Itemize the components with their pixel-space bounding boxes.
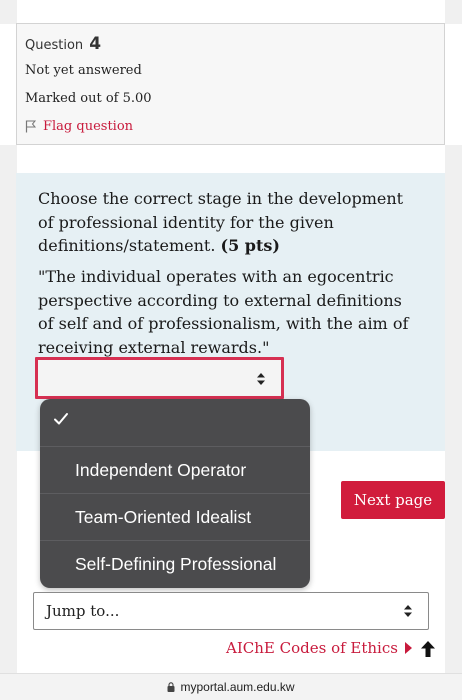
jump-to-label: Jump to... xyxy=(46,602,120,620)
question-number: 4 xyxy=(89,34,102,54)
dropdown-option-team-oriented-idealist[interactable]: Team-Oriented Idealist xyxy=(40,494,310,541)
question-label: Question 4 xyxy=(25,34,101,54)
answer-dropdown-menu: Independent Operator Team-Oriented Ideal… xyxy=(40,399,310,588)
dropdown-option-self-defining-professional[interactable]: Self-Defining Professional xyxy=(40,541,310,588)
dropdown-option-label: Independent Operator xyxy=(75,460,247,480)
dropdown-option-independent-operator[interactable]: Independent Operator xyxy=(40,447,310,494)
dropdown-option-label: Self-Defining Professional xyxy=(75,554,277,574)
checkmark-icon xyxy=(54,413,68,425)
question-marks: Marked out of 5.00 xyxy=(25,91,152,106)
question-statement: "The individual operates with an egocent… xyxy=(38,267,409,357)
next-activity-label: AIChE Codes of Ethics xyxy=(226,639,398,657)
arrow-up-icon xyxy=(421,641,435,657)
next-page-button[interactable]: Next page xyxy=(341,481,445,519)
browser-url: myportal.aum.edu.kw xyxy=(180,680,295,694)
flag-question-link[interactable]: Flag question xyxy=(25,119,133,134)
question-info-panel: Question 4 Not yet answered Marked out o… xyxy=(16,23,445,145)
dropdown-option-label: Team-Oriented Idealist xyxy=(75,507,252,527)
select-arrows-icon xyxy=(404,605,412,617)
question-prompt: Choose the correct stage in the developm… xyxy=(38,187,418,258)
question-state: Not yet answered xyxy=(25,63,142,78)
jump-to-select[interactable]: Jump to... xyxy=(33,592,429,630)
browser-url-bar[interactable]: myportal.aum.edu.kw xyxy=(0,673,462,700)
flag-question-label: Flag question xyxy=(43,119,134,134)
page: Question 4 Not yet answered Marked out o… xyxy=(0,0,462,700)
back-to-top-button[interactable] xyxy=(411,632,445,666)
top-band xyxy=(0,0,462,24)
question-label-text: Question xyxy=(25,38,84,53)
flag-icon xyxy=(25,120,37,133)
question-points: (5 pts) xyxy=(220,236,280,255)
answer-select[interactable] xyxy=(35,357,284,399)
next-activity-link[interactable]: AIChE Codes of Ethics xyxy=(226,639,412,657)
select-arrows-icon xyxy=(257,373,265,385)
dropdown-option-blank[interactable] xyxy=(40,399,310,446)
lock-icon xyxy=(167,682,175,692)
